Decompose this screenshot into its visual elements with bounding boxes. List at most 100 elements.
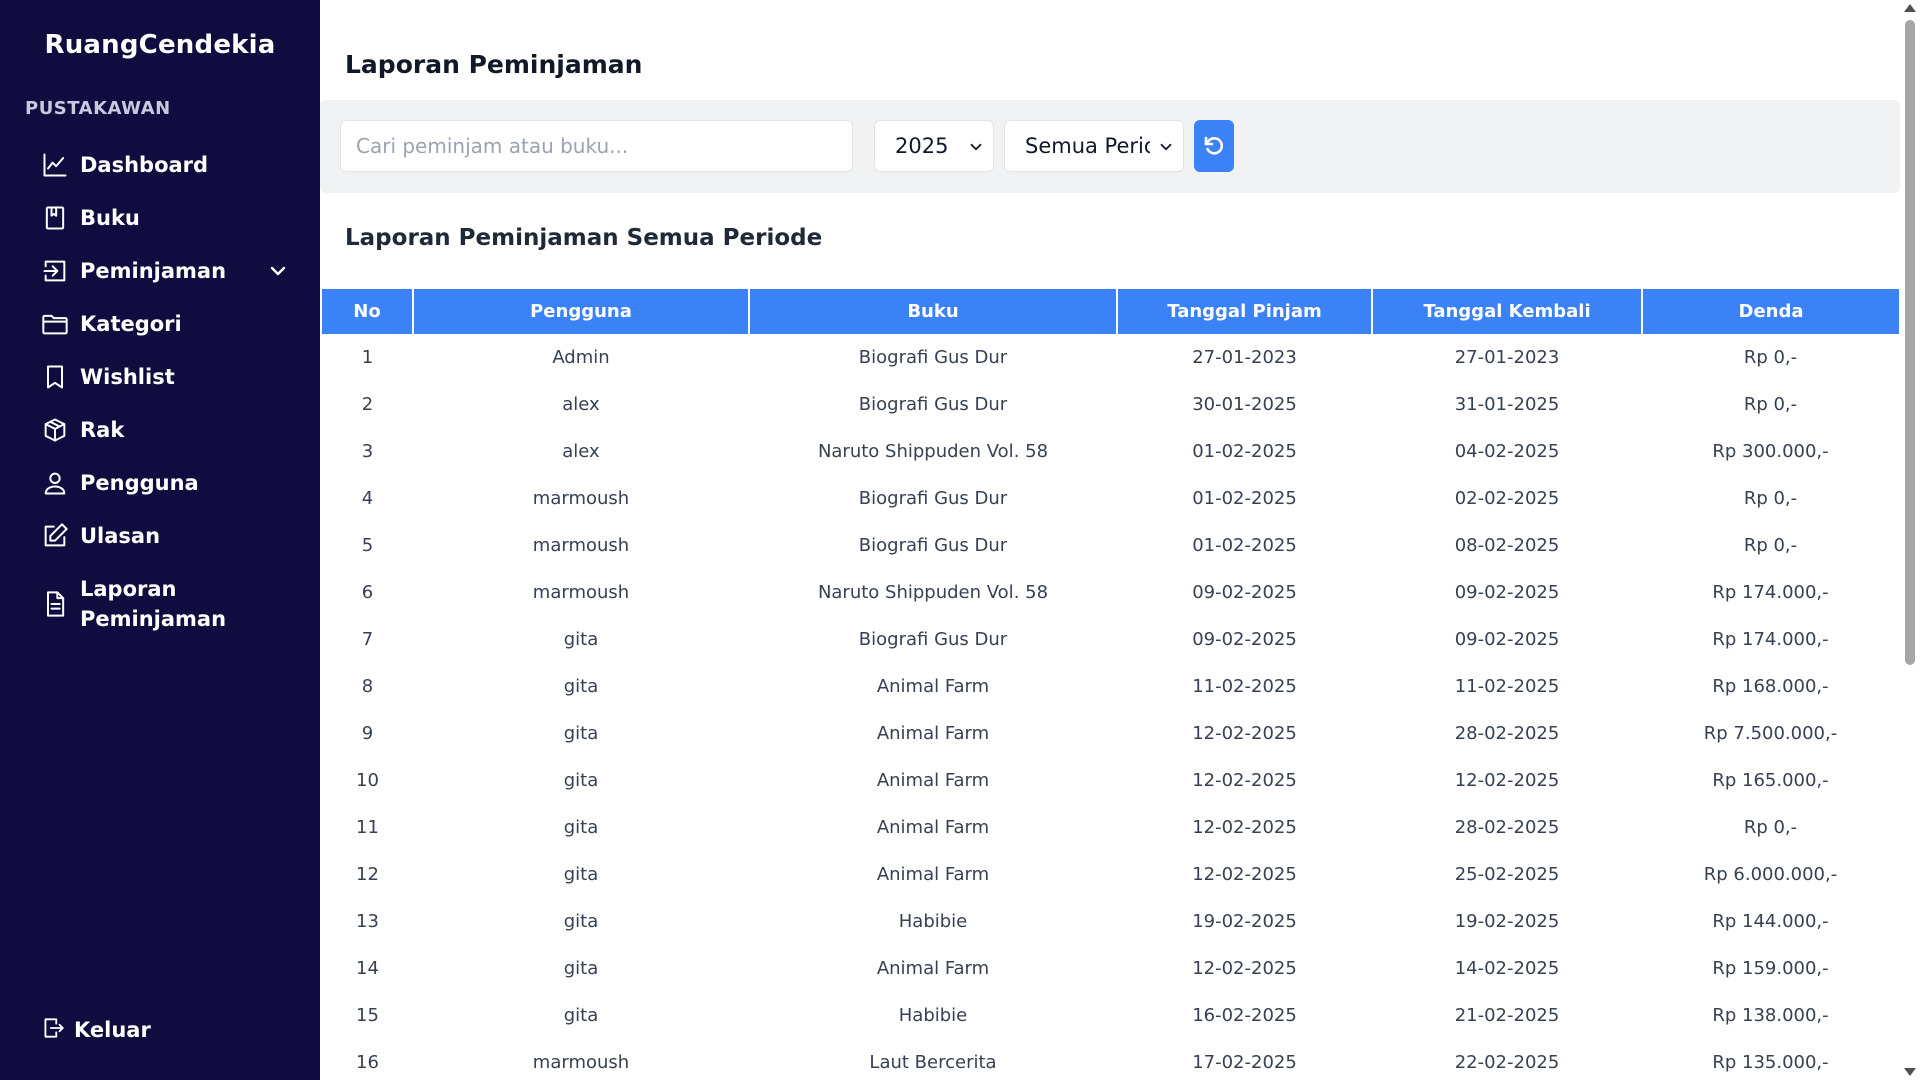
cell-tanggal-kembali: 04-02-2025	[1454, 441, 1560, 462]
pencil-square-icon	[40, 521, 70, 551]
cell-tanggal-pinjam: 01-02-2025	[1192, 488, 1297, 509]
cell-denda: Rp 300.000,-	[1712, 441, 1829, 462]
search-input[interactable]	[340, 120, 853, 172]
table-row: 3 alex Naruto Shippuden Vol. 58 01-02-2025 0…	[322, 428, 1899, 475]
cell-pengguna: gita	[563, 1005, 599, 1026]
cell-pengguna: gita	[563, 676, 599, 697]
cell-buku: Habibie	[898, 1005, 968, 1026]
table-row: 2 alex Biografi Gus Dur 30-01-2025 31-01-202…	[322, 381, 1899, 428]
table-row: 13 gita Habibie 19-02-2025 19-02-2025 Rp 144.…	[322, 898, 1899, 945]
cell-denda: Rp 159.000,-	[1712, 958, 1829, 979]
cell-tanggal-pinjam: 16-02-2025	[1192, 1005, 1297, 1026]
column-header-tanggal-kembali[interactable]: Tanggal Kembali	[1372, 289, 1643, 334]
cell-pengguna: marmoush	[532, 1052, 630, 1073]
brand-logo[interactable]: RuangCendekia	[0, 30, 320, 60]
sidebar-item-label: Laporan Peminjaman	[80, 577, 227, 631]
cell-pengguna: gita	[563, 629, 599, 650]
cell-buku: Naruto Shippuden Vol. 58	[817, 441, 1049, 462]
cell-buku: Biografi Gus Dur	[858, 535, 1008, 556]
cell-pengguna: gita	[563, 864, 599, 885]
cell-tanggal-kembali: 21-02-2025	[1454, 1005, 1560, 1026]
cell-buku: Animal Farm	[876, 723, 990, 744]
column-header-buku[interactable]: Buku	[749, 289, 1118, 334]
cell-tanggal-pinjam: 27-01-2023	[1192, 347, 1297, 368]
scroll-up-arrow-icon[interactable]	[1904, 4, 1916, 12]
cell-no: 6	[361, 582, 374, 603]
table-row: 6 marmoush Naruto Shippuden Vol. 58 09-02-2…	[322, 569, 1899, 616]
cell-tanggal-kembali: 14-02-2025	[1454, 958, 1560, 979]
cell-buku: Naruto Shippuden Vol. 58	[817, 582, 1049, 603]
cell-tanggal-kembali: 25-02-2025	[1454, 864, 1560, 885]
cell-tanggal-pinjam: 09-02-2025	[1192, 629, 1297, 650]
sidebar-item-peminjaman[interactable]: Peminjaman	[40, 246, 290, 296]
cell-no: 1	[361, 347, 374, 368]
cell-denda: Rp 174.000,-	[1712, 582, 1829, 603]
cell-tanggal-kembali: 31-01-2025	[1454, 394, 1560, 415]
sidebar-item-pengguna[interactable]: Pengguna	[40, 458, 290, 508]
sidebar-item-dashboard[interactable]: Dashboard	[40, 140, 290, 190]
cell-tanggal-kembali: 19-02-2025	[1454, 911, 1560, 932]
box-shelf-icon	[40, 415, 70, 445]
cell-tanggal-kembali: 08-02-2025	[1454, 535, 1560, 556]
sidebar-section-label: PUSTAKAWAN	[25, 98, 171, 119]
cell-tanggal-pinjam: 11-02-2025	[1192, 676, 1297, 697]
table-row: 10 gita Animal Farm 12-02-2025 12-02-2025 Rp …	[322, 757, 1899, 804]
cell-buku: Animal Farm	[876, 958, 990, 979]
column-header-tanggal-pinjam[interactable]: Tanggal Pinjam	[1117, 289, 1373, 334]
cell-denda: Rp 0,-	[1743, 535, 1798, 556]
table-row: 9 gita Animal Farm 12-02-2025 28-02-2025 Rp 7…	[322, 710, 1899, 757]
table-row: 15 gita Habibie 16-02-2025 21-02-2025 Rp 138.…	[322, 992, 1899, 1039]
sidebar-item-ulasan[interactable]: Ulasan	[40, 511, 290, 561]
page-title: Laporan Peminjaman	[345, 50, 643, 79]
cell-denda: Rp 135.000,-	[1712, 1052, 1829, 1073]
logout-button[interactable]: Keluar	[40, 1005, 151, 1055]
scroll-down-arrow-icon[interactable]	[1904, 1068, 1916, 1076]
cell-pengguna: Admin	[552, 347, 610, 368]
cell-buku: Animal Farm	[876, 676, 990, 697]
period-select[interactable]: Semua Periode	[1004, 120, 1184, 172]
table-row: 5 marmoush Biografi Gus Dur 01-02-2025 08-02…	[322, 522, 1899, 569]
cell-tanggal-kembali: 28-02-2025	[1454, 817, 1560, 838]
column-header-no[interactable]: No	[322, 289, 414, 334]
cell-denda: Rp 7.500.000,-	[1703, 723, 1838, 744]
table-row: 11 gita Animal Farm 12-02-2025 28-02-2025 Rp …	[322, 804, 1899, 851]
cell-no: 13	[356, 911, 379, 932]
cell-buku: Biografi Gus Dur	[858, 347, 1008, 368]
cell-pengguna: gita	[563, 723, 599, 744]
sidebar-item-label: Kategori	[80, 312, 182, 336]
cell-no: 12	[356, 864, 379, 885]
cell-no: 16	[356, 1052, 379, 1073]
year-select[interactable]: 2025	[874, 120, 994, 172]
sidebar-item-rak[interactable]: Rak	[40, 405, 290, 455]
cell-denda: Rp 0,-	[1743, 394, 1798, 415]
cell-no: 14	[356, 958, 379, 979]
login-arrow-icon	[40, 256, 70, 286]
cell-pengguna: marmoush	[532, 582, 630, 603]
cell-denda: Rp 0,-	[1743, 488, 1798, 509]
chevron-down-icon	[967, 137, 985, 155]
cell-tanggal-pinjam: 12-02-2025	[1192, 770, 1297, 791]
cell-buku: Biografi Gus Dur	[858, 629, 1008, 650]
cell-buku: Animal Farm	[876, 770, 990, 791]
cell-no: 10	[356, 770, 379, 791]
sidebar-item-laporan-peminjaman[interactable]: Laporan Peminjaman	[40, 564, 290, 644]
cell-no: 8	[361, 676, 374, 697]
cell-tanggal-kembali: 11-02-2025	[1454, 676, 1560, 697]
cell-denda: Rp 174.000,-	[1712, 629, 1829, 650]
cell-denda: Rp 144.000,-	[1712, 911, 1829, 932]
sidebar-item-kategori[interactable]: Kategori	[40, 299, 290, 349]
cell-tanggal-kembali: 27-01-2023	[1454, 347, 1560, 368]
cell-pengguna: alex	[562, 394, 600, 415]
sidebar-item-buku[interactable]: Buku	[40, 193, 290, 243]
sidebar: RuangCendekia PUSTAKAWAN Dashboard Buku …	[0, 0, 320, 1080]
cell-tanggal-pinjam: 17-02-2025	[1192, 1052, 1297, 1073]
sidebar-item-wishlist[interactable]: Wishlist	[40, 352, 290, 402]
chevron-down-icon[interactable]	[266, 259, 290, 283]
column-header-denda[interactable]: Denda	[1642, 289, 1899, 334]
scrollbar-thumb[interactable]	[1905, 20, 1915, 665]
reset-filter-button[interactable]	[1194, 120, 1234, 172]
vertical-scrollbar[interactable]	[1900, 0, 1920, 1080]
column-header-pengguna[interactable]: Pengguna	[413, 289, 750, 334]
cell-no: 2	[361, 394, 374, 415]
cell-tanggal-kembali: 22-02-2025	[1454, 1052, 1560, 1073]
